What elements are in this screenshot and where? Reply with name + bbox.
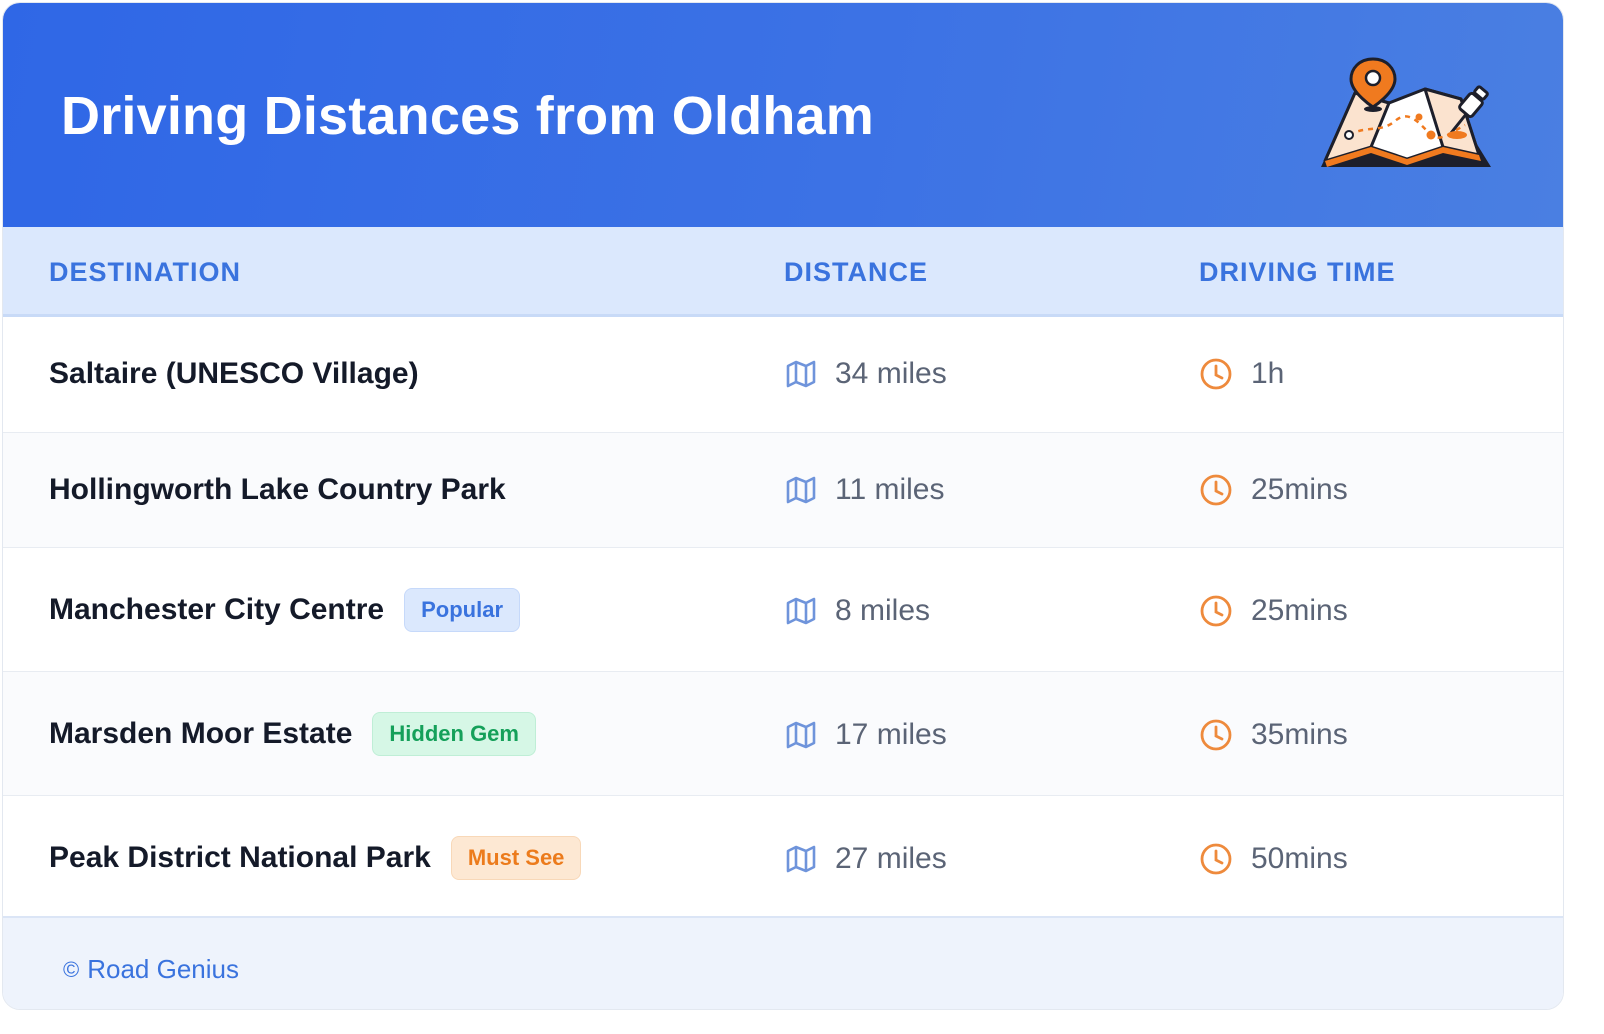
time-cell: 50mins	[1199, 842, 1348, 876]
time-value: 50mins	[1251, 842, 1348, 875]
time-cell: 25mins	[1199, 473, 1348, 507]
distance-cell: 34 miles	[785, 357, 947, 391]
time-value: 35mins	[1251, 718, 1348, 751]
time-value: 25mins	[1251, 594, 1348, 627]
map-with-pins-icon	[1321, 57, 1491, 167]
column-header-driving-time: DRIVING TIME	[1199, 257, 1396, 287]
time-cell: 1h	[1199, 357, 1284, 391]
distance-value: 11 miles	[835, 473, 945, 506]
copyright-icon: ©	[63, 956, 80, 982]
distance-value: 8 miles	[835, 594, 931, 627]
clock-icon	[1200, 843, 1232, 875]
map-icon	[786, 360, 816, 388]
table-row: Hollingworth Lake Country Park 11 miles …	[3, 433, 1563, 548]
distance-card: Driving Distances from Oldham DESTINATIO…	[2, 2, 1564, 1010]
destination-name: Marsden Moor Estate	[49, 717, 353, 750]
column-header-destination: DESTINATION	[49, 257, 241, 287]
hidden-gem-badge: Hidden Gem	[372, 712, 536, 756]
distance-value: 34 miles	[835, 357, 947, 390]
clock-icon	[1200, 719, 1232, 751]
card-header: Driving Distances from Oldham	[3, 3, 1563, 227]
card-footer: © Road Genius	[3, 916, 1563, 1009]
time-cell: 35mins	[1199, 718, 1348, 752]
footer-brand: Road Genius	[87, 954, 239, 984]
clock-icon	[1200, 595, 1232, 627]
footer-credit: © Road Genius	[63, 954, 239, 985]
destination-name: Hollingworth Lake Country Park	[49, 473, 506, 506]
table-row: Marsden Moor Estate Hidden Gem 17 miles …	[3, 672, 1563, 796]
destination-name: Manchester City Centre	[49, 593, 385, 626]
destination-cell: Marsden Moor Estate Hidden Gem	[49, 712, 536, 756]
distance-cell: 27 miles	[785, 842, 947, 876]
map-icon	[786, 845, 816, 873]
popular-badge: Popular	[404, 588, 521, 632]
distance-cell: 11 miles	[785, 473, 944, 507]
time-cell: 25mins	[1199, 594, 1348, 628]
time-value: 1h	[1251, 357, 1285, 390]
distance-value: 27 miles	[835, 842, 947, 875]
clock-icon	[1200, 474, 1232, 506]
destination-name: Peak District National Park	[49, 841, 431, 874]
table-row: Saltaire (UNESCO Village) 34 miles 1h	[3, 317, 1563, 433]
map-icon	[786, 476, 816, 504]
distance-cell: 17 miles	[785, 718, 947, 752]
must-see-badge: Must See	[450, 836, 582, 880]
destination-cell: Saltaire (UNESCO Village)	[49, 357, 419, 391]
table-row: Peak District National Park Must See 27 …	[3, 796, 1563, 916]
clock-icon	[1200, 358, 1232, 390]
table-header: DESTINATION DISTANCE DRIVING TIME	[3, 227, 1563, 317]
time-value: 25mins	[1251, 473, 1348, 506]
table-row: Manchester City Centre Popular 8 miles 2…	[3, 548, 1563, 672]
map-icon	[786, 597, 816, 625]
distance-cell: 8 miles	[785, 594, 930, 628]
map-icon	[786, 721, 816, 749]
column-header-distance: DISTANCE	[784, 257, 929, 287]
page-title: Driving Distances from Oldham	[61, 86, 874, 146]
destination-name: Saltaire (UNESCO Village)	[49, 357, 419, 390]
distance-value: 17 miles	[835, 718, 947, 751]
destination-cell: Manchester City Centre Popular	[49, 588, 521, 632]
destination-cell: Peak District National Park Must See	[49, 836, 582, 880]
destination-cell: Hollingworth Lake Country Park	[49, 473, 506, 507]
